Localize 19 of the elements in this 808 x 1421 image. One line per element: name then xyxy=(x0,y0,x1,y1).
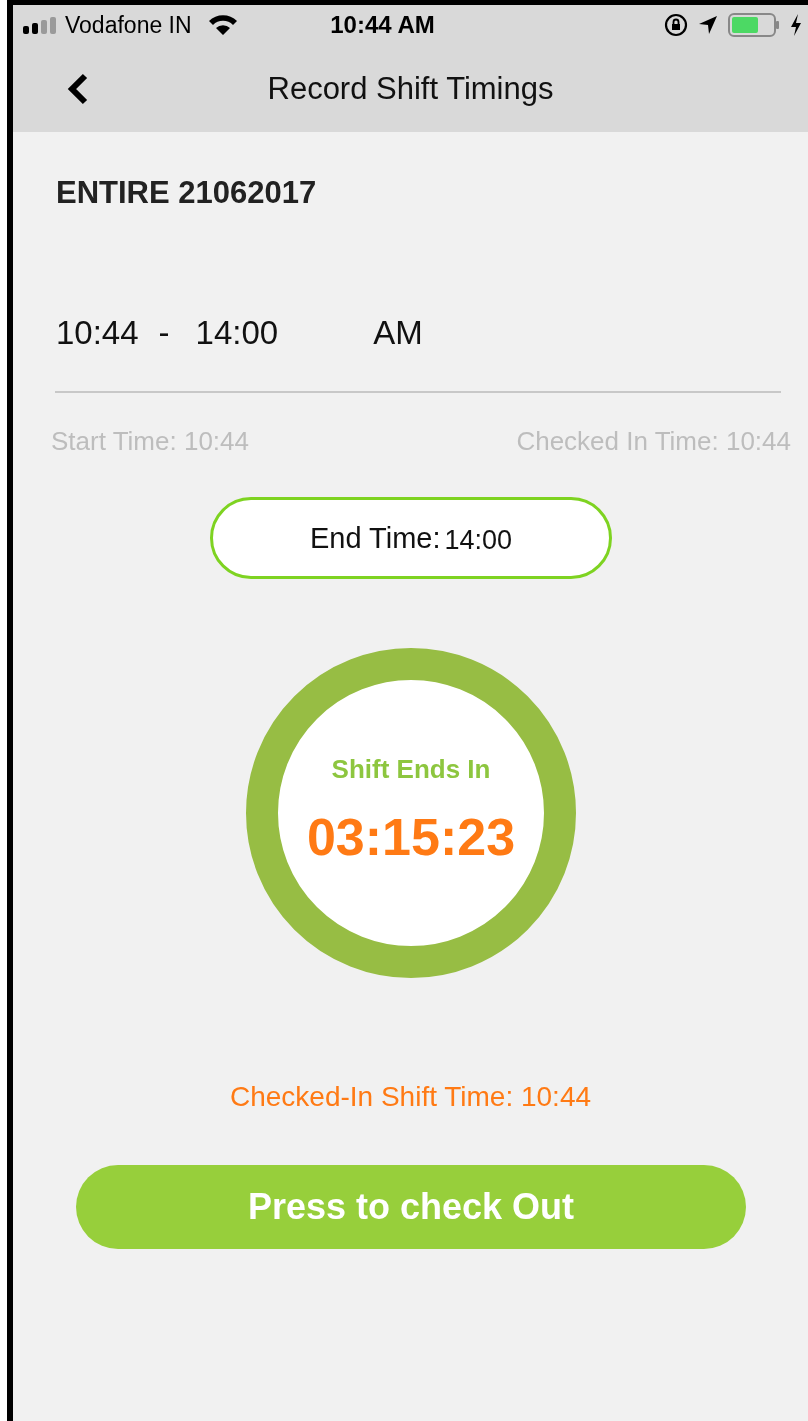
time-separator: - xyxy=(158,313,170,353)
signal-icon xyxy=(23,16,57,34)
time-period: AM xyxy=(373,313,423,353)
start-time: 10:44 xyxy=(56,313,139,353)
shift-name: ENTIRE 21062017 xyxy=(56,174,317,212)
end-time: 14:00 xyxy=(195,313,279,353)
page-title: Record Shift Timings xyxy=(267,70,554,106)
status-time: 10:44 AM xyxy=(329,11,436,39)
checked-in-shift-time: Checked-In Shift Time: 10:44 xyxy=(229,1080,592,1114)
rotation-lock-icon xyxy=(664,13,688,37)
end-time-field[interactable]: End Time:14:00 xyxy=(210,497,612,579)
carrier-name: Vodafone IN xyxy=(65,11,192,39)
location-icon xyxy=(698,15,718,35)
charging-icon xyxy=(790,14,802,36)
back-icon[interactable] xyxy=(67,72,89,105)
timer-label: Shift Ends In xyxy=(331,753,491,785)
battery-icon xyxy=(728,13,780,37)
wifi-icon xyxy=(207,14,238,36)
countdown-timer: 03:15:23 xyxy=(306,806,516,867)
